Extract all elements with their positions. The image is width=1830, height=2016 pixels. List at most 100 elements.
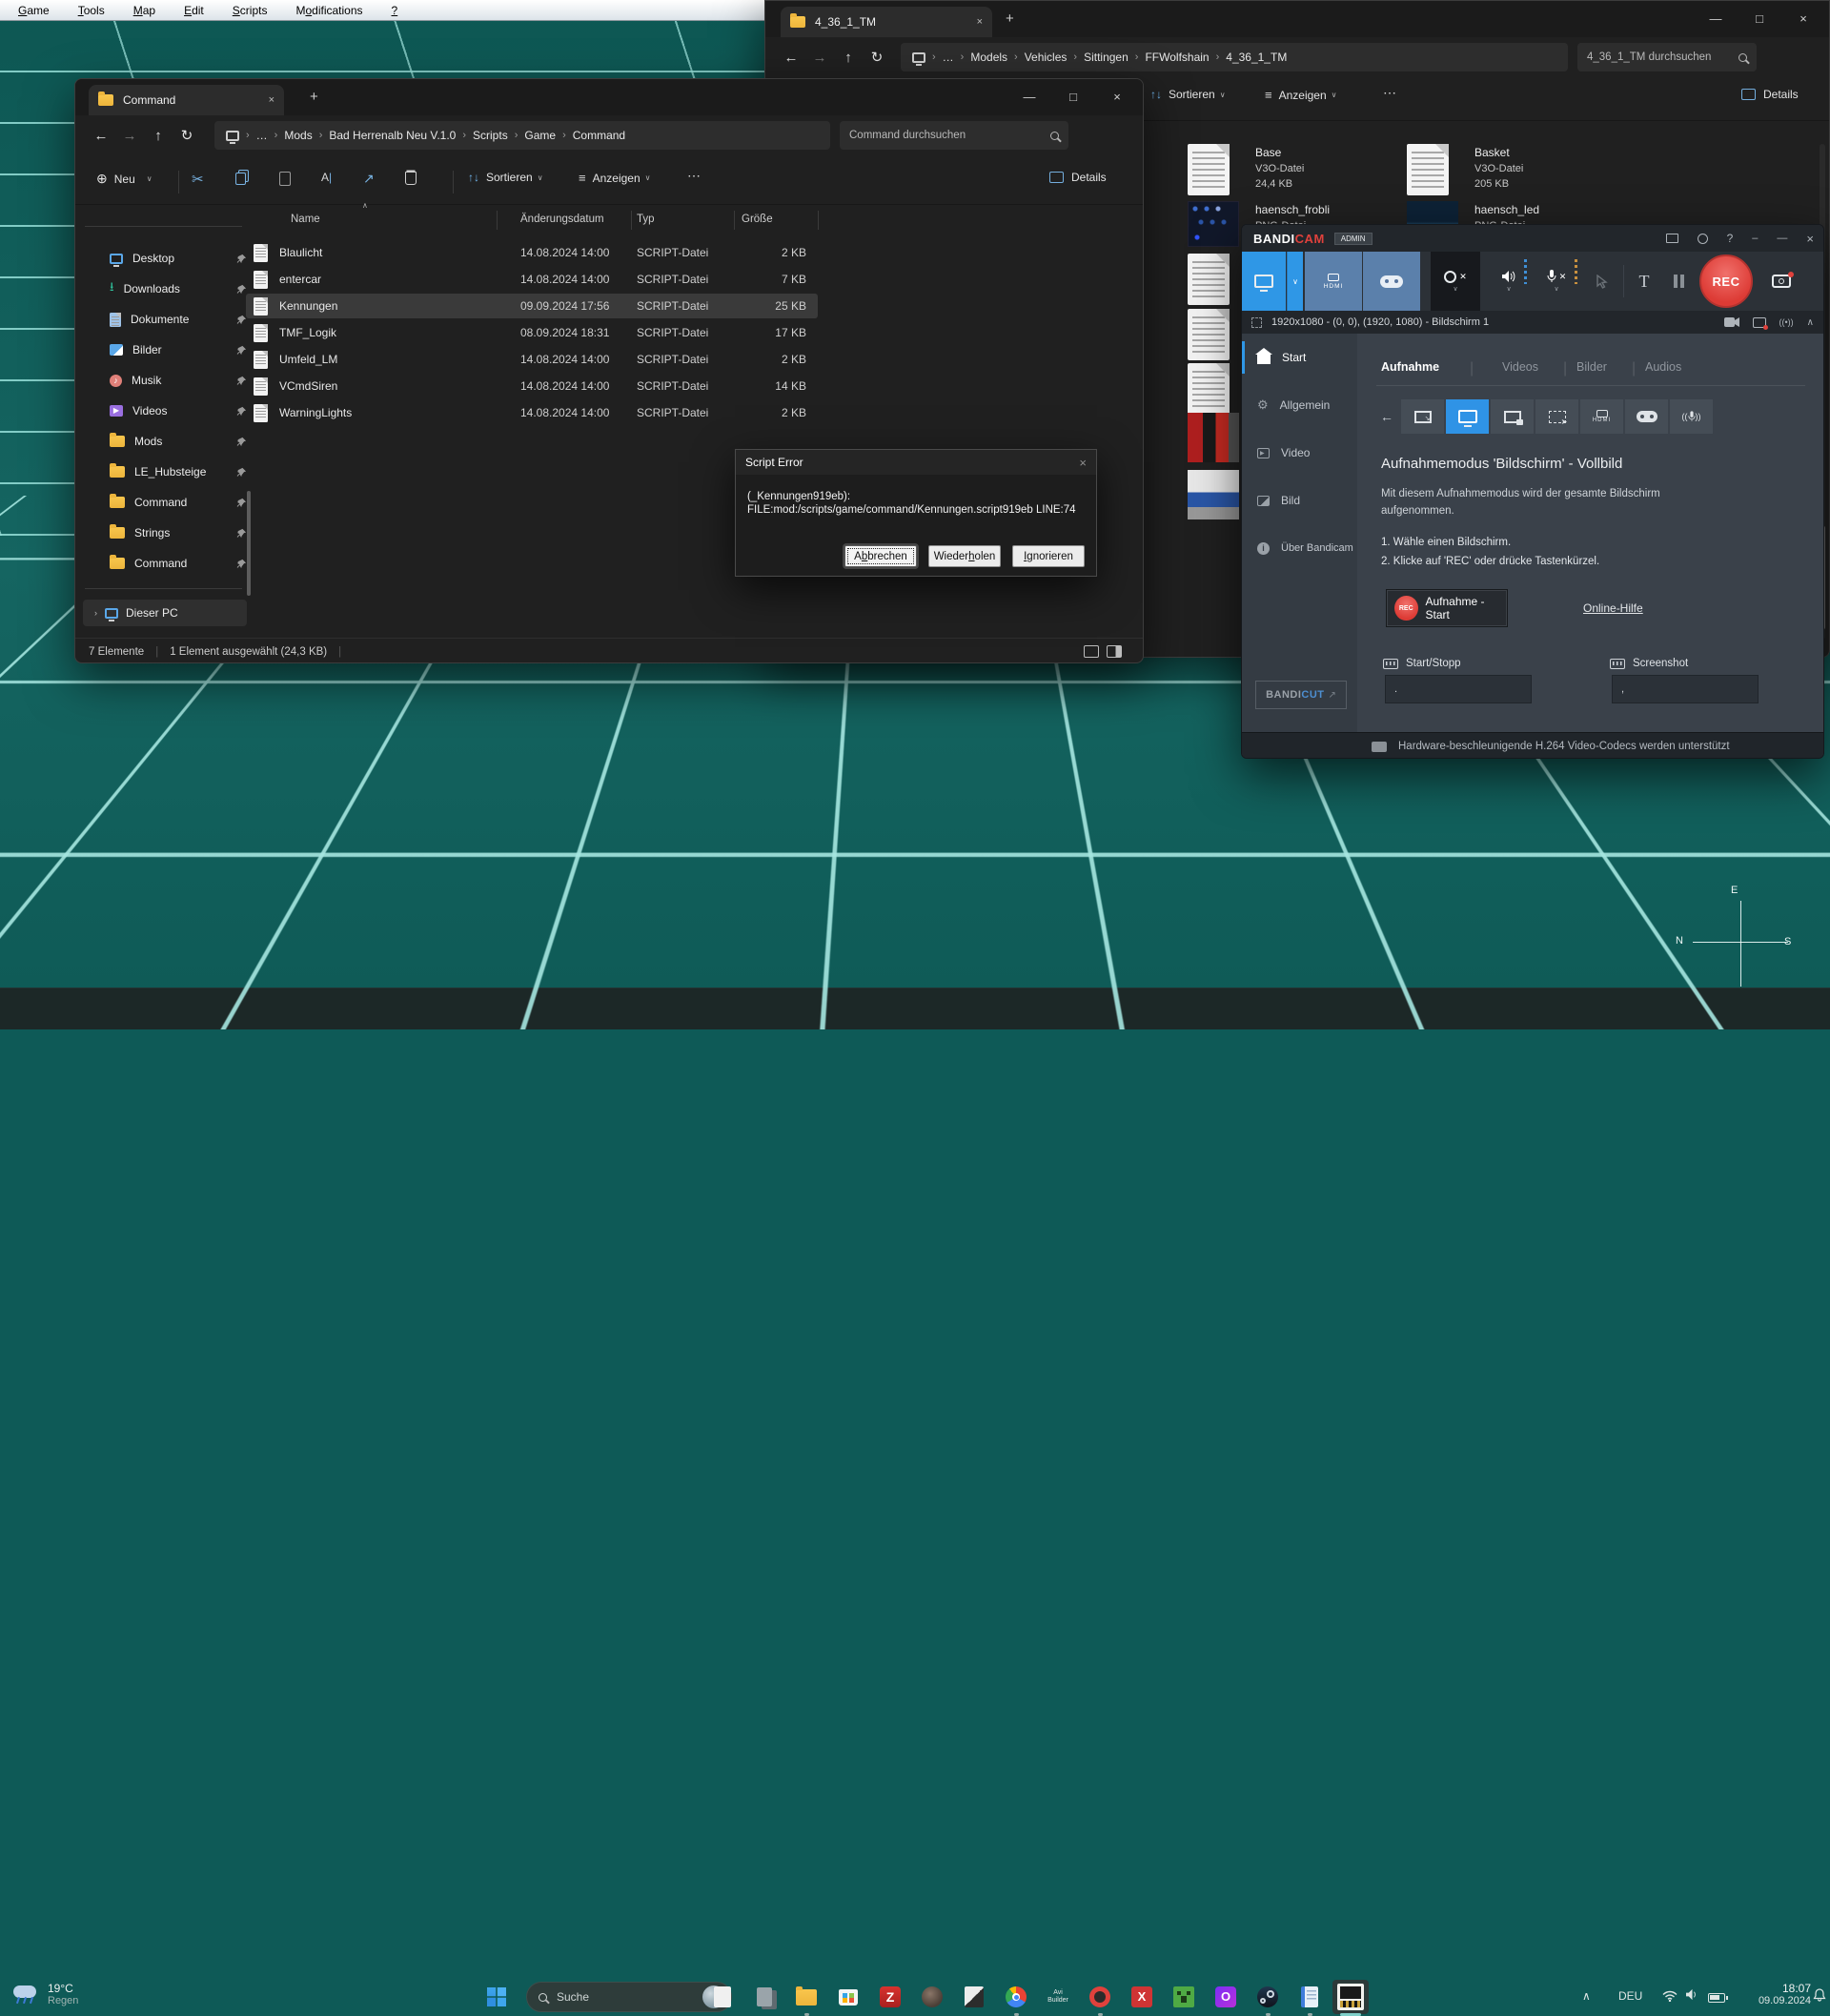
timer-icon[interactable] [1698,234,1708,244]
file-tile[interactable]: Base V3O-Datei 24,4 KB [1255,146,1304,190]
close-button[interactable]: × [1095,79,1139,113]
sidebar-item-dieser-pc[interactable]: › Dieser PC [83,600,247,626]
sidebar-item-musik[interactable]: ♪Musik [83,367,247,394]
sidebar-item-videos[interactable]: ▶Videos [83,397,247,424]
webcam-button[interactable]: ✕ ∨ [1431,252,1480,311]
game-recording-mode-button[interactable] [1363,252,1420,311]
close-tab-icon[interactable]: × [269,94,274,106]
taskbar-icon-chrome[interactable] [1001,1982,1031,2012]
help-icon[interactable]: ? [1727,232,1734,245]
this-pc-icon[interactable] [226,131,239,141]
breadcrumb-item[interactable]: Mods [284,129,312,142]
mode-region-select[interactable]: ➤ [1535,399,1578,434]
hotkey-screenshot-input[interactable] [1612,675,1759,703]
menu-edit[interactable]: Edit [170,0,218,20]
cut-icon[interactable]: ✂ [192,171,204,188]
broadcast-icon[interactable]: ((•)) [1779,317,1794,327]
tray-chevron-icon[interactable]: ∧ [1582,1989,1591,2003]
mode-game[interactable] [1625,399,1668,434]
breadcrumb-item[interactable]: Vehicles [1025,51,1068,64]
nav-bild[interactable]: Bild [1242,484,1357,517]
taskbar-icon-photos[interactable] [959,1982,989,2012]
menu-map[interactable]: Map [119,0,170,20]
nav-allgemein[interactable]: ⚙Allgemein [1242,389,1357,421]
sidebar-item-le-hubsteige[interactable]: LE_Hubsteige [83,458,247,485]
breadcrumb-item[interactable]: Bad Herrenalb Neu V.1.0 [329,129,456,142]
close-tab-icon[interactable]: × [977,16,983,28]
start-button[interactable] [481,1982,512,2012]
volume-icon[interactable] [1685,1988,1699,2006]
forward-icon[interactable]: → [805,43,834,71]
taskbar-icon-editor[interactable] [707,1982,738,2012]
device-recording-mode-button[interactable]: HDMI [1305,252,1362,311]
bandicut-banner[interactable]: BANDICUT ↗ [1255,681,1347,709]
forward-icon[interactable]: → [115,121,144,150]
tab-videos[interactable]: Videos [1502,360,1538,374]
sidebar-item-downloads[interactable]: ⭳Downloads [83,275,247,302]
taskbar-icon-steam[interactable] [1252,1982,1283,2012]
this-pc-icon[interactable] [912,52,925,63]
taskbar-icon-z-app[interactable]: Z [875,1982,905,2012]
nav-ueber[interactable]: iÜber Bandicam [1242,532,1357,564]
mode-audio-only[interactable]: (()) [1670,399,1713,434]
weather-widget[interactable]: 19°C Regen [11,1982,78,2006]
delete-icon[interactable] [405,172,417,185]
refresh-icon[interactable]: ↻ [173,121,201,150]
png-thumbnail[interactable] [1188,201,1239,247]
taskbar-icon-explorer[interactable] [791,1982,822,2012]
explorer-tab[interactable]: Command × [89,85,284,115]
minimize-tray-icon[interactable]: – [1752,233,1758,244]
file-row[interactable]: WarningLights14.08.2024 14:00SCRIPT-Date… [246,400,818,425]
taskbar-icon-em4-active[interactable] [1332,1980,1369,2014]
details-view-toggle-icon[interactable] [1107,645,1122,658]
sidebar-item-command-2[interactable]: Command [83,550,247,577]
explorer-tab[interactable]: 4_36_1_TM × [781,7,992,37]
sidebar-item-strings[interactable]: Strings [83,519,247,546]
mode-fullscreen[interactable] [1446,399,1489,434]
tab-audios[interactable]: Audios [1645,360,1681,374]
menu-modifications[interactable]: Modifications [281,0,376,20]
sort-button[interactable]: ↑↓ Sortieren∨ [468,171,543,184]
mouse-effect-button[interactable] [1583,252,1619,311]
taskbar-icon-avi-builder[interactable]: AviBuilder [1043,1982,1073,2012]
collapse-icon[interactable]: ∧ [1807,317,1814,328]
up-icon[interactable]: ↑ [834,43,863,71]
file-row[interactable]: VCmdSiren14.08.2024 14:00SCRIPT-Datei14 … [246,374,818,398]
tab-aufnahme[interactable]: Aufnahme [1381,360,1439,374]
breadcrumb-ellipsis[interactable]: … [943,51,954,64]
screen-mode-dropdown[interactable]: ∨ [1287,252,1303,311]
file-tile-icon[interactable] [1407,144,1449,195]
menu-scripts[interactable]: Scripts [218,0,282,20]
column-header-type[interactable]: Typ [637,214,655,225]
battery-icon[interactable] [1708,1990,1725,2007]
paste-icon[interactable] [279,172,291,186]
taskbar-icon-minecraft[interactable] [1169,1982,1199,2012]
menu-tools[interactable]: Tools [64,0,119,20]
mode-custom-region[interactable]: ↘ [1401,399,1444,434]
maximize-button[interactable]: □ [1738,1,1781,35]
menu-help[interactable]: ? [377,0,413,20]
retry-button[interactable]: Wiederholen [928,545,1001,567]
file-tile-icon[interactable] [1188,254,1230,305]
breadcrumb-item[interactable]: Command [573,129,625,142]
back-icon[interactable]: ← [87,121,115,150]
close-icon[interactable]: × [1079,456,1087,470]
tab-bilder[interactable]: Bilder [1576,360,1607,374]
file-tile[interactable]: Basket V3O-Datei 205 KB [1474,146,1523,190]
breadcrumb-item[interactable]: FFWolfshain [1145,51,1209,64]
png-thumbnail[interactable] [1188,470,1239,519]
file-row[interactable]: Umfeld_LM14.08.2024 14:00SCRIPT-Datei2 K… [246,347,818,372]
new-tab-button[interactable]: + [310,89,318,105]
search-box[interactable]: 4_36_1_TM durchsuchen [1577,43,1757,71]
breadcrumb-item[interactable]: Game [524,129,556,142]
up-icon[interactable]: ↑ [144,121,173,150]
file-tile-icon[interactable] [1188,363,1230,415]
maximize-button[interactable]: □ [1051,79,1095,113]
search-pill[interactable]: Suche [526,1982,732,2012]
file-row[interactable]: TMF_Logik08.09.2024 18:31SCRIPT-Datei17 … [246,320,818,345]
sidebar-item-mods[interactable]: Mods [83,428,247,455]
taskbar-icon-store[interactable] [833,1982,864,2012]
minimize-button[interactable]: — [1007,79,1051,113]
sidebar-item-command[interactable]: Command [83,489,247,516]
text-overlay-button[interactable]: T [1627,252,1661,311]
